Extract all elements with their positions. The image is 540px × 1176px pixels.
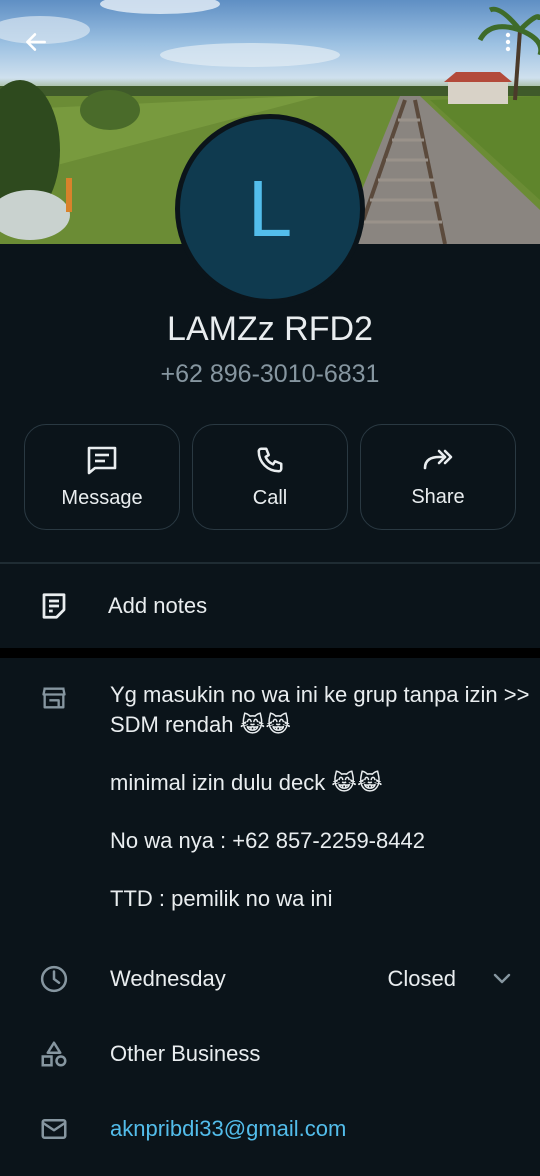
description-line: TTD : pemilik no wa ini [110, 886, 333, 911]
email-row[interactable]: aknpribdi33@gmail.com [0, 1104, 540, 1154]
chevron-down-icon [493, 973, 511, 984]
hours-day: Wednesday [110, 966, 226, 991]
business-category: Other Business [110, 1041, 261, 1066]
description-line: No wa nya : +62 857-2259-8442 [110, 828, 425, 853]
more-vert-icon [505, 32, 511, 52]
arrow-left-icon [26, 33, 46, 51]
notes-icon [38, 590, 70, 622]
share-button[interactable]: Share [360, 424, 516, 530]
description-line: Yg masukin no wa ini ke grup tanpa izin … [110, 682, 530, 737]
contact-name: LAMZz RFD2 [167, 310, 373, 348]
phone-icon [257, 447, 283, 472]
clock-icon [38, 963, 70, 995]
business-description: Yg masukin no wa ini ke grup tanpa izin … [110, 680, 530, 942]
mail-icon [38, 1113, 70, 1145]
avatar[interactable]: L [175, 114, 365, 304]
store-icon [38, 682, 70, 714]
message-button-label: Message [61, 486, 143, 509]
call-button-label: Call [252, 486, 288, 509]
email-link[interactable]: aknpribdi33@gmail.com [110, 1116, 346, 1142]
category-icon [38, 1038, 70, 1070]
avatar-initial: L [247, 164, 293, 253]
action-buttons: Message Call Share [24, 424, 516, 530]
add-notes-row[interactable]: Add notes [0, 564, 540, 648]
business-hours-row[interactable]: Wednesday Closed [0, 954, 540, 1004]
section-divider [0, 648, 540, 658]
call-button[interactable]: Call [192, 424, 348, 530]
message-icon [87, 446, 117, 474]
share-button-label: Share [411, 485, 465, 508]
more-options-button[interactable] [490, 24, 526, 60]
add-notes-label: Add notes [108, 593, 208, 618]
business-category-row: Other Business [0, 1029, 540, 1079]
contact-phone: +62 896-3010-6831 [160, 360, 380, 388]
share-icon [423, 449, 453, 469]
message-button[interactable]: Message [24, 424, 180, 530]
description-line: minimal izin dulu deck 😹😹 [110, 770, 383, 795]
back-button[interactable] [18, 24, 54, 60]
hours-status: Closed [387, 966, 456, 991]
